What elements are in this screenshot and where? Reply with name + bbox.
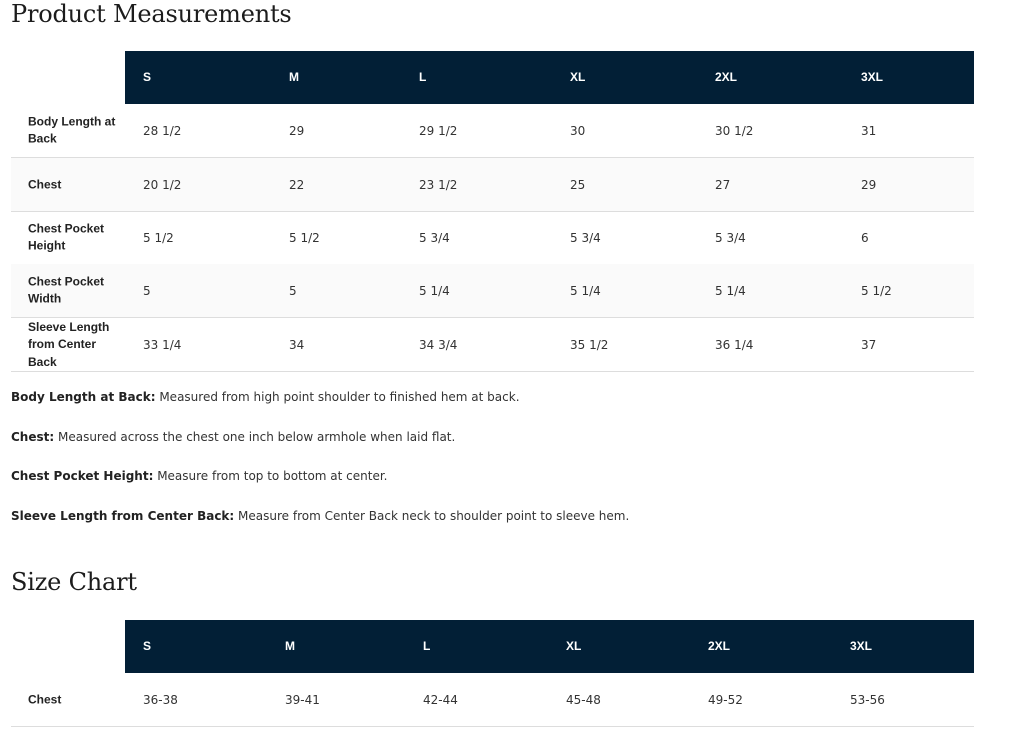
measurement-note: Chest: Measured across the chest one inc… — [11, 430, 455, 444]
note-term: Sleeve Length from Center Back: — [11, 509, 235, 523]
size-header-l: L — [419, 70, 427, 84]
table-cell: 36 1/4 — [715, 337, 754, 352]
table-cell: 5 — [289, 283, 297, 298]
table-cell: 20 1/2 — [143, 177, 182, 192]
table-cell: 5 3/4 — [419, 230, 450, 245]
table-row: Chest 20 1/2 22 23 1/2 25 27 29 — [11, 158, 974, 212]
table-cell: 42-44 — [423, 692, 458, 707]
table-cell: 33 1/4 — [143, 337, 182, 352]
size-header-s: S — [143, 70, 152, 84]
table-cell: 5 1/2 — [289, 230, 320, 245]
row-label: Chest Pocket Height — [28, 221, 105, 253]
note-term: Body Length at Back: — [11, 390, 156, 404]
table-cell: 31 — [861, 123, 877, 138]
table-cell: 34 3/4 — [419, 337, 458, 352]
table-cell: 27 — [715, 177, 731, 192]
table-cell: 5 1/2 — [861, 283, 892, 298]
size-header-xl: XL — [566, 639, 582, 653]
table-cell: 49-52 — [708, 692, 743, 707]
row-label: Sleeve Length from Center Back — [28, 319, 110, 369]
size-chart-title: Size Chart — [11, 568, 137, 596]
note-term: Chest: — [11, 430, 55, 444]
note-term: Chest Pocket Height: — [11, 469, 154, 483]
table-cell: 5 1/4 — [570, 283, 601, 298]
size-header-m: M — [285, 639, 295, 653]
size-header-3xl: 3XL — [861, 70, 884, 84]
table-row: Chest Pocket Width 5 5 5 1/4 5 1/4 5 1/4… — [11, 264, 974, 318]
table-cell: 28 1/2 — [143, 123, 182, 138]
table-cell: 37 — [861, 337, 877, 352]
table-cell: 45-48 — [566, 692, 601, 707]
size-chart-header-row: S M L XL 2XL 3XL — [125, 620, 974, 673]
size-header-l: L — [423, 639, 431, 653]
table-cell: 5 1/4 — [715, 283, 746, 298]
table-cell: 22 — [289, 177, 305, 192]
table-cell: 25 — [570, 177, 586, 192]
table-cell: 34 — [289, 337, 305, 352]
table-cell: 5 3/4 — [715, 230, 746, 245]
size-header-xl: XL — [570, 70, 586, 84]
measurement-note: Body Length at Back: Measured from high … — [11, 390, 520, 404]
table-cell: 30 — [570, 123, 586, 138]
measurements-title: Product Measurements — [11, 0, 292, 28]
note-text: Measured across the chest one inch below… — [54, 430, 456, 444]
table-cell: 30 1/2 — [715, 123, 754, 138]
table-row: Sleeve Length from Center Back 33 1/4 34… — [11, 318, 974, 372]
table-cell: 5 1/4 — [419, 283, 450, 298]
table-cell: 6 — [861, 230, 869, 245]
table-cell: 5 3/4 — [570, 230, 601, 245]
table-row: Body Length at Back 28 1/2 29 29 1/2 30 … — [11, 104, 974, 158]
size-header-2xl: 2XL — [715, 70, 738, 84]
measurements-table: S M L XL 2XL 3XL Body Length at Back 28 … — [11, 51, 974, 372]
table-cell: 35 1/2 — [570, 337, 609, 352]
note-text: Measured from high point shoulder to fin… — [155, 390, 520, 404]
size-chart-table: S M L XL 2XL 3XL Chest 36-38 39-41 42-44… — [11, 620, 974, 727]
table-cell: 23 1/2 — [419, 177, 458, 192]
note-text: Measure from Center Back neck to shoulde… — [234, 509, 630, 523]
size-header-3xl: 3XL — [850, 639, 873, 653]
table-cell: 53-56 — [850, 692, 885, 707]
measurements-header-row: S M L XL 2XL 3XL — [125, 51, 974, 104]
table-cell: 39-41 — [285, 692, 320, 707]
table-cell: 36-38 — [143, 692, 178, 707]
table-row: Chest Pocket Height 5 1/2 5 1/2 5 3/4 5 … — [11, 211, 974, 265]
table-row: Chest 36-38 39-41 42-44 45-48 49-52 53-5… — [11, 673, 974, 727]
note-text: Measure from top to bottom at center. — [153, 469, 388, 483]
row-label: Chest Pocket Width — [28, 274, 105, 306]
table-cell: 29 — [861, 177, 877, 192]
table-cell: 29 — [289, 123, 305, 138]
measurement-note: Sleeve Length from Center Back: Measure … — [11, 509, 629, 523]
table-cell: 5 — [143, 283, 151, 298]
measurement-note: Chest Pocket Height: Measure from top to… — [11, 469, 388, 483]
size-header-s: S — [143, 639, 152, 653]
row-label: Chest — [28, 691, 62, 706]
row-label: Body Length at Back — [28, 114, 116, 146]
size-header-m: M — [289, 70, 299, 84]
size-header-2xl: 2XL — [708, 639, 731, 653]
table-cell: 29 1/2 — [419, 123, 458, 138]
table-cell: 5 1/2 — [143, 230, 174, 245]
row-label: Chest — [28, 176, 62, 191]
